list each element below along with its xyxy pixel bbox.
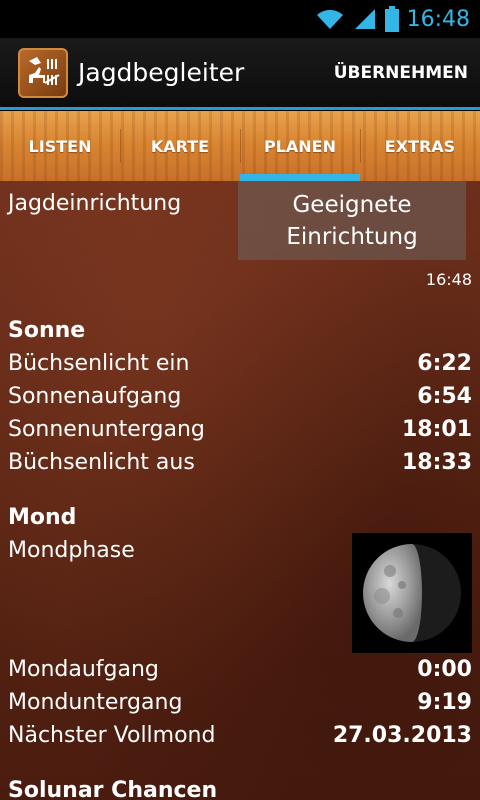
row-label: Nächster Vollmond	[8, 723, 216, 748]
moon-phase-row: Mondphase	[8, 538, 135, 563]
tab-label: EXTRAS	[384, 136, 456, 156]
moon-row: Mondaufgang 0:00	[8, 657, 472, 682]
signal-icon	[353, 7, 377, 31]
tab-label: PLANEN	[263, 136, 336, 156]
row-value: 27.03.2013	[332, 723, 472, 748]
row-value: 18:01	[401, 417, 472, 442]
moon-row: Nächster Vollmond 27.03.2013	[8, 723, 472, 748]
tab-label: KARTE	[150, 136, 210, 156]
app-logo-icon[interactable]	[18, 47, 68, 98]
sun-row: Sonnenuntergang 18:01	[8, 417, 472, 442]
moon-icon	[363, 544, 461, 642]
button-line-2: Einrichtung	[286, 223, 418, 250]
moon-row: Monduntergang 9:19	[8, 690, 472, 715]
sun-section-title: Sonne	[8, 318, 86, 343]
sun-row: Büchsenlicht ein 6:22	[8, 351, 472, 376]
row-label: Büchsenlicht ein	[8, 351, 190, 376]
tab-bar: LISTEN KARTE PLANEN EXTRAS	[0, 111, 480, 181]
facility-time: 16:48	[425, 270, 472, 289]
sun-row: Büchsenlicht aus 18:33	[8, 450, 472, 475]
row-value: 6:54	[417, 384, 472, 409]
facility-label: Jagdeinrichtung	[8, 191, 182, 216]
wifi-icon	[315, 7, 345, 31]
battery-icon	[384, 6, 399, 32]
solunar-section-title: Solunar Chancen	[8, 778, 218, 800]
row-value: 0:00	[417, 657, 472, 682]
sun-row: Sonnenaufgang 6:54	[8, 384, 472, 409]
status-bar: 16:48	[0, 0, 480, 38]
row-label: Sonnenuntergang	[8, 417, 205, 442]
tab-planen[interactable]: PLANEN	[240, 111, 360, 181]
moon-section-title: Mond	[8, 505, 77, 530]
row-label: Mondaufgang	[8, 657, 159, 682]
select-facility-button[interactable]: Geeignete Einrichtung	[238, 181, 466, 260]
row-value: 6:22	[417, 351, 472, 376]
tab-extras[interactable]: EXTRAS	[360, 111, 480, 181]
action-bar: Jagdbegleiter ÜBERNEHMEN	[0, 38, 480, 110]
row-label: Sonnenaufgang	[8, 384, 182, 409]
tab-listen[interactable]: LISTEN	[0, 111, 120, 181]
select-facility-button-label: Geeignete Einrichtung	[286, 189, 417, 253]
tab-karte[interactable]: KARTE	[120, 111, 240, 181]
row-label: Monduntergang	[8, 690, 183, 715]
tab-label: LISTEN	[28, 136, 92, 156]
facility-row: Jagdeinrichtung	[8, 191, 181, 216]
moon-phase-image	[352, 533, 472, 653]
row-value: 9:19	[417, 690, 472, 715]
moon-phase-label: Mondphase	[8, 538, 135, 563]
apply-button[interactable]: ÜBERNEHMEN	[334, 63, 468, 83]
row-label: Büchsenlicht aus	[8, 450, 195, 475]
app-title: Jagdbegleiter	[78, 58, 245, 87]
planning-content[interactable]: Jagdeinrichtung Geeignete Einrichtung 16…	[0, 181, 480, 800]
status-time: 16:48	[406, 6, 470, 32]
button-line-1: Geeignete	[292, 191, 412, 218]
row-value: 18:33	[401, 450, 472, 475]
